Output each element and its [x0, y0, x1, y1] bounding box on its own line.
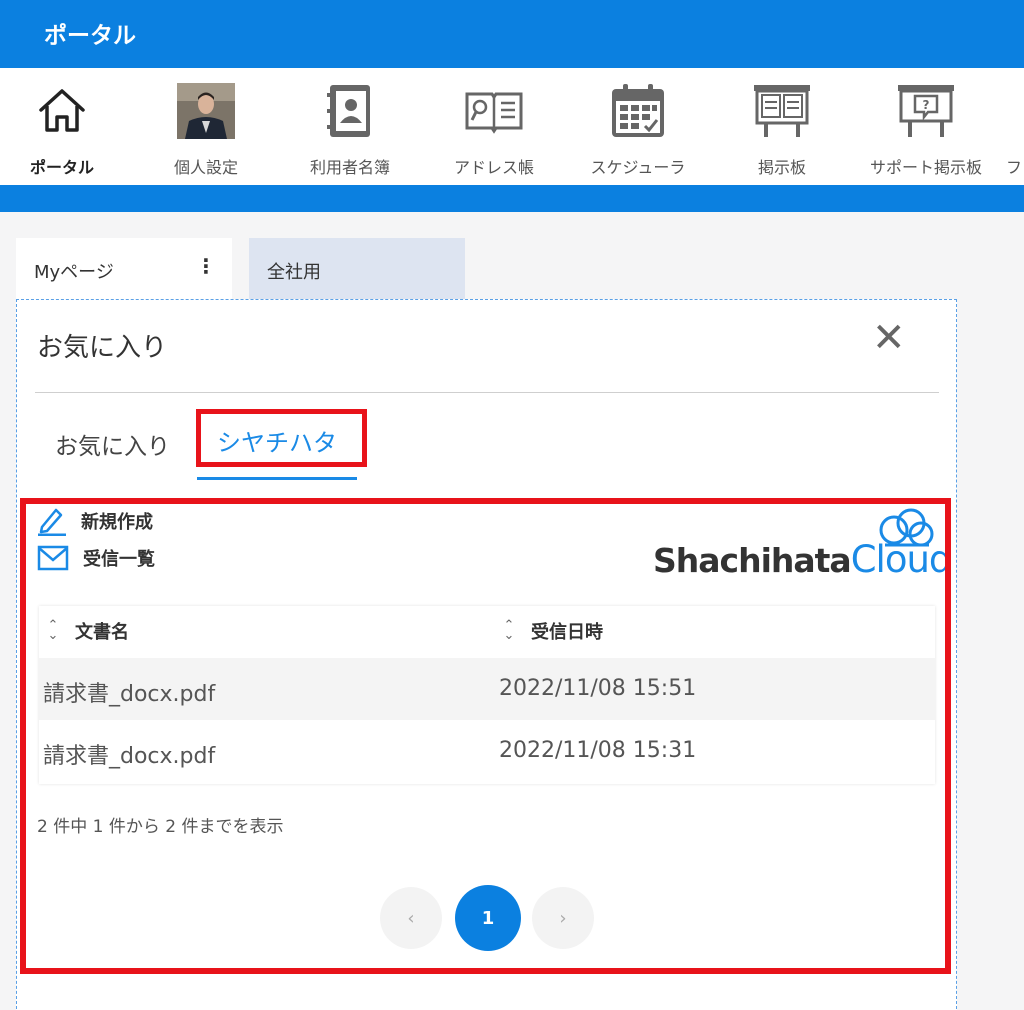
home-icon: [39, 89, 85, 132]
tab-my-page-label: Myページ: [34, 262, 114, 283]
nav-scheduler[interactable]: スケジューラ: [563, 68, 713, 185]
nav-support-board[interactable]: ? サポート掲示板: [851, 68, 1001, 185]
app-nav: ポータル 個人設定 利用者名簿 アドレス帳 スケジューラ 掲示板 ? サポート掲…: [0, 68, 1024, 185]
nav-label: サポート掲示板: [869, 158, 982, 177]
nav-personal-settings[interactable]: 個人設定: [131, 68, 281, 185]
nav-label: 利用者名簿: [309, 158, 390, 177]
nav-address-book[interactable]: アドレス帳: [419, 68, 569, 185]
nav-user-directory[interactable]: 利用者名簿: [275, 68, 425, 185]
favorites-widget: お気に入り ✕ お気に入り シヤチハタ 新規作成 受信一覧 Shachihata…: [16, 299, 957, 1010]
highlight-box-tab: [196, 409, 367, 467]
close-icon[interactable]: ✕: [872, 318, 906, 358]
nav-label: スケジューラ: [590, 158, 686, 177]
nav-label: フ: [1006, 158, 1023, 177]
calendar-icon: [612, 84, 664, 137]
active-tab-indicator: [197, 477, 357, 480]
nav-label: アドレス帳: [453, 158, 534, 177]
contact-book-icon: [327, 85, 370, 137]
nav-divider-bar: [0, 185, 1024, 212]
tab-company-label: 全社用: [267, 262, 321, 283]
nav-label: 個人設定: [173, 158, 238, 177]
nav-portal[interactable]: ポータル: [0, 68, 137, 185]
support-board-icon: ?: [898, 85, 954, 137]
svg-text:?: ?: [923, 98, 930, 112]
address-book-icon: [465, 92, 523, 134]
nav-label: 掲示板: [757, 158, 806, 177]
tab-favorites[interactable]: お気に入り: [55, 427, 170, 461]
highlight-box-content: [20, 498, 951, 974]
widget-title: お気に入り: [37, 333, 168, 363]
app-header: ポータル: [0, 0, 1024, 68]
bulletin-board-icon: [754, 85, 810, 137]
app-title: ポータル: [44, 23, 136, 49]
kebab-menu-icon[interactable]: ⋮: [196, 256, 216, 276]
tab-company[interactable]: 全社用: [249, 238, 465, 300]
divider: [35, 392, 939, 393]
nav-item-truncated[interactable]: フ: [1006, 68, 1024, 185]
tab-my-page[interactable]: Myページ ⋮: [16, 238, 232, 300]
nav-bulletin-board[interactable]: 掲示板: [707, 68, 857, 185]
nav-label: ポータル: [29, 158, 94, 177]
user-avatar: [177, 83, 235, 139]
